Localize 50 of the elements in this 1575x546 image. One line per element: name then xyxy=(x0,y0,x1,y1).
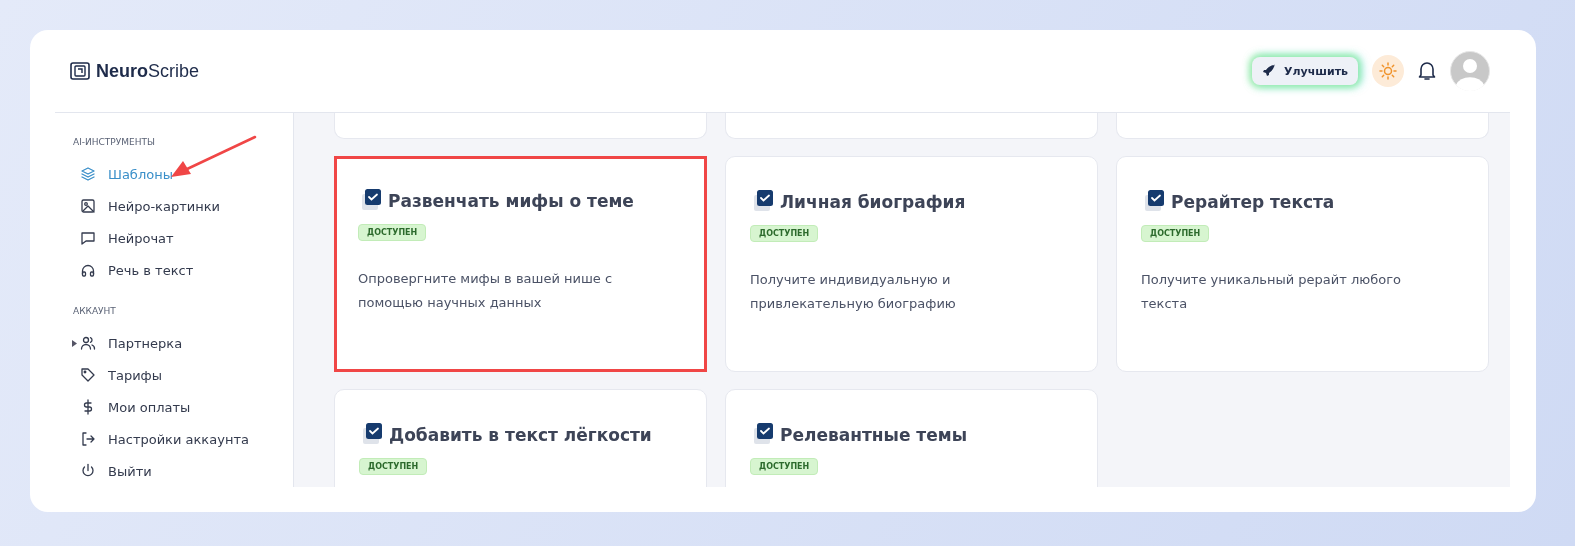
card-description: Получите уникальный рерайт любого текста xyxy=(1141,271,1402,313)
logo-icon xyxy=(70,62,90,80)
layers-icon xyxy=(80,166,96,182)
photo-icon xyxy=(80,198,96,214)
card-title: Релевантные темы xyxy=(780,425,968,446)
section-heading: AI-ИНСТРУМЕНТЫ xyxy=(73,137,156,147)
card-description: Получите индивидуальную и привлекательную биографию xyxy=(750,271,957,313)
template-card[interactable]: Рерайтер текста ДОСТУПЕН Получите уникальный рерайт любого текста xyxy=(1116,156,1489,372)
theme-toggle-button[interactable] xyxy=(1372,55,1404,87)
sidebar-item[interactable]: Выйти xyxy=(108,463,152,479)
status-badge: ДОСТУПЕН xyxy=(750,225,819,242)
card-title: Добавить в текст лёгкости xyxy=(389,425,652,446)
power-icon xyxy=(80,463,96,479)
checkbox-icon xyxy=(1143,189,1165,213)
status-badge: ДОСТУПЕН xyxy=(358,224,427,241)
status-badge: ДОСТУПЕН xyxy=(750,458,819,475)
bell-icon[interactable] xyxy=(1418,61,1436,81)
caret-icon[interactable] xyxy=(72,340,77,347)
template-card[interactable]: Релевантные темы ДОСТУПЕН xyxy=(725,389,1098,487)
sidebar-item[interactable]: Нейрочат xyxy=(108,230,174,246)
headphones-icon xyxy=(80,262,96,278)
card-title: Развенчать мифы о теме xyxy=(388,191,634,212)
card-title: Личная биография xyxy=(780,192,966,213)
card-title: Рерайтер текста xyxy=(1171,192,1335,213)
sidebar-item[interactable]: Шаблоны xyxy=(108,166,173,182)
tag-icon xyxy=(80,367,96,383)
template-card[interactable]: Развенчать мифы о теме ДОСТУПЕН Опровергните мифы в вашей нише с помощью научных данных xyxy=(334,156,707,372)
checkbox-icon xyxy=(752,422,774,446)
sidebar-item[interactable]: Партнерка xyxy=(108,335,183,351)
card-description: Опровергните мифы в вашей нише с помощью научных данных xyxy=(358,270,614,312)
checkbox-icon xyxy=(361,422,383,446)
sidebar-item[interactable]: Речь в текст xyxy=(108,262,194,278)
upgrade-button[interactable]: Улучшить xyxy=(1252,57,1358,85)
status-badge: ДОСТУПЕН xyxy=(1141,225,1210,242)
checkbox-icon xyxy=(360,188,382,212)
sun-icon xyxy=(1379,62,1397,80)
rocket-icon xyxy=(1262,64,1276,78)
sidebar-item[interactable]: Тарифы xyxy=(108,367,162,383)
sidebar-item[interactable]: Нейро-картинки xyxy=(108,198,220,214)
status-badge: ДОСТУПЕН xyxy=(359,458,428,475)
section-heading: АККАУНТ xyxy=(73,306,117,316)
logo-text[interactable]: NeuroScribe xyxy=(96,60,200,82)
checkbox-icon xyxy=(752,189,774,213)
chat-icon xyxy=(80,230,96,246)
template-card[interactable]: Личная биография ДОСТУПЕН Получите индивидуальную и привлекательную биографию xyxy=(725,156,1098,372)
logout-icon xyxy=(80,431,96,447)
sidebar-item[interactable]: Мои оплаты xyxy=(108,399,191,415)
sidebar-item[interactable]: Настройки аккаунта xyxy=(108,431,249,447)
users-icon xyxy=(80,335,96,351)
template-card[interactable]: Добавить в текст лёгкости ДОСТУПЕН xyxy=(334,389,707,487)
